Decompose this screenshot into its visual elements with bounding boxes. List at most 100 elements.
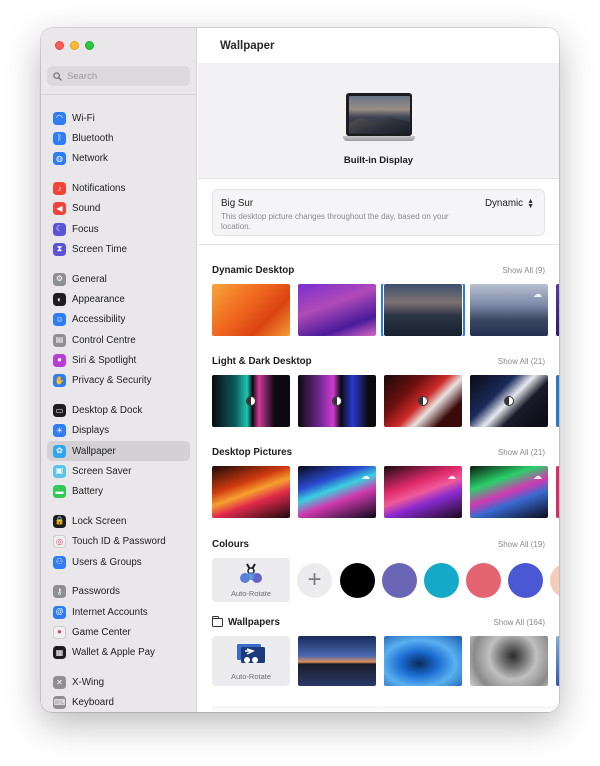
show-all-button[interactable]: Show All (21) — [498, 448, 545, 457]
section-desktop-pictures: Desktop Pictures Show All (21) ☁ ☁ ☁ — [212, 445, 559, 518]
wallpaper-thumb-mbp-magenta[interactable] — [298, 375, 376, 427]
sidebar-item-label: Displays — [72, 425, 110, 437]
sidebar-item-wallpaper[interactable]: ✿ Wallpaper — [47, 440, 190, 462]
show-all-button[interactable]: Show All (9) — [502, 266, 545, 275]
sidebar-item-general[interactable]: ⚙ General — [47, 269, 190, 289]
wallpaper-thumb-partial[interactable] — [556, 466, 559, 518]
sidebar-item-x-wing[interactable]: ✕ X-Wing — [47, 672, 190, 692]
minimize-button[interactable] — [70, 41, 79, 50]
download-icon: ☁ — [361, 471, 370, 481]
appearance-mode-select[interactable]: Dynamic ▲ ▼ — [485, 197, 534, 210]
sidebar-item-notifications[interactable]: ♪ Notifications — [47, 178, 190, 198]
wallpaper-thumb-water-drop[interactable] — [384, 636, 462, 686]
wallpaper-thumb-dark-curve[interactable] — [470, 375, 548, 427]
sidebar-item-battery[interactable]: ▬ Battery — [47, 482, 190, 502]
search-field[interactable] — [47, 66, 190, 86]
sidebar-item-accessibility[interactable]: ☺ Accessibility — [47, 310, 190, 330]
wallpaper-thumb-orange-swirl[interactable] — [212, 466, 290, 518]
sidebar-group: ✕ X-Wing ⌨ Keyboard — [47, 672, 190, 712]
add-colour-button[interactable]: + — [297, 563, 332, 598]
sidebar-item-label: Passwords — [72, 586, 120, 598]
search-input[interactable] — [67, 70, 177, 82]
sidebar-item-sound[interactable]: ◀ Sound — [47, 199, 190, 219]
sidebar-item-screen-saver[interactable]: ▣ Screen Saver — [47, 461, 190, 481]
wallpaper-thumb-catalina[interactable]: ☁ — [470, 284, 548, 336]
auto-rotate-wallpapers-tile[interactable]: Auto-Rotate — [212, 636, 290, 686]
colour-swatch[interactable] — [508, 563, 543, 598]
lock-icon: 🔒 — [53, 514, 66, 528]
wallpaper-thumb-monterey[interactable] — [212, 284, 290, 336]
show-all-button[interactable]: Show All (164) — [493, 618, 545, 627]
sidebar-item-touch-id-password[interactable]: ◎ Touch ID & Password — [47, 532, 190, 552]
show-all-button[interactable]: Show All (19) — [498, 540, 545, 549]
sidebar-item-privacy-security[interactable]: ✋ Privacy & Security — [47, 371, 190, 391]
bell-icon: ♪ — [53, 182, 66, 196]
section-title: Light & Dark Desktop — [212, 355, 312, 367]
dock-icon: ▭ — [53, 404, 66, 417]
wallpaper-thumb-big-sur[interactable] — [381, 284, 465, 336]
sidebar-item-label: Game Center — [72, 626, 131, 638]
sidebar-item-users-groups[interactable]: ⚇ Users & Groups — [47, 552, 190, 572]
wallpaper-thumb-grey-abstract[interactable] — [470, 636, 548, 686]
wallpaper-thumb-partial[interactable] — [556, 375, 559, 427]
close-button[interactable] — [55, 41, 64, 50]
sidebar-item-network[interactable]: ◍ Network — [47, 149, 190, 169]
light-dark-badge-icon — [504, 396, 514, 406]
colour-swatch[interactable] — [466, 563, 501, 598]
wallpaper-thumb-pink-swirl[interactable]: ☁ — [384, 466, 462, 518]
sidebar-item-internet-accounts[interactable]: @ Internet Accounts — [47, 602, 190, 622]
fingerprint-icon: ◎ — [53, 535, 66, 549]
sidebar-item-desktop-dock[interactable]: ▭ Desktop & Dock — [47, 400, 190, 420]
sidebar-item-keyboard[interactable]: ⌨ Keyboard — [47, 693, 190, 712]
sidebar-item-siri-spotlight[interactable]: ● Siri & Spotlight — [47, 350, 190, 370]
show-all-button[interactable]: Show All (21) — [498, 357, 545, 366]
sidebar-item-label: Wallpaper — [72, 445, 116, 457]
auto-rotate-label: Auto-Rotate — [230, 589, 272, 598]
laptop-preview-icon[interactable] — [343, 93, 415, 143]
chevron-updown-icon: ▲ ▼ — [527, 197, 534, 210]
sidebar-item-control-centre[interactable]: ▤ Control Centre — [47, 330, 190, 350]
auto-rotate-photos-icon — [237, 644, 265, 663]
hourglass-icon: ⧗ — [53, 242, 66, 256]
sidebar-group: 🔒 Lock Screen ◎ Touch ID & Password ⚇ Users &… — [47, 511, 190, 572]
wallpaper-thumb-partial[interactable] — [556, 636, 559, 686]
window-controls — [55, 41, 94, 50]
sidebar-item-lock-screen[interactable]: 🔒 Lock Screen — [47, 511, 190, 531]
section-title: Desktop Pictures — [212, 446, 293, 458]
xwing-icon: ✕ — [53, 676, 66, 690]
colour-swatch[interactable] — [382, 563, 417, 598]
light-dark-badge-icon — [332, 396, 342, 406]
auto-rotate-colours-tile[interactable]: Auto-Rotate — [212, 558, 290, 602]
sidebar-item-bluetooth[interactable]: ᛒ Bluetooth — [47, 128, 190, 148]
wallpaper-thumb-partial[interactable] — [556, 284, 559, 336]
sidebar-item-displays[interactable]: ☀ Displays — [47, 421, 190, 441]
wallpaper-thumb-sunset-lake[interactable] — [298, 636, 376, 686]
hand-icon: ✋ — [53, 374, 66, 388]
appearance-icon: ◐ — [53, 293, 66, 307]
section-title: Dynamic Desktop — [212, 264, 295, 276]
folder-icon — [211, 615, 223, 627]
zoom-button[interactable] — [85, 41, 94, 50]
wallpaper-thumb-red-curve[interactable] — [384, 375, 462, 427]
sidebar-item-label: Desktop & Dock — [72, 405, 143, 416]
sidebar-item-focus[interactable]: ☾ Focus — [47, 219, 190, 239]
wallpaper-thumb-mbp-green[interactable] — [212, 375, 290, 427]
wallpaper-thumb-ventura-purple[interactable] — [298, 284, 376, 336]
sidebar-item-passwords[interactable]: ⚷ Passwords — [47, 582, 190, 602]
sidebar-item-screen-time[interactable]: ⧗ Screen Time — [47, 239, 190, 259]
siri-icon: ● — [53, 353, 66, 367]
colour-swatch[interactable] — [550, 563, 559, 598]
sidebar-item-appearance[interactable]: ◐ Appearance — [47, 289, 190, 309]
sidebar-item-wallet-apple-pay[interactable]: ▦ Wallet & Apple Pay — [47, 643, 190, 663]
wallpaper-thumb-green-swirl[interactable]: ☁ — [470, 466, 548, 518]
colour-swatch[interactable] — [340, 563, 375, 598]
wallpaper-thumb-blue-swirl[interactable]: ☁ — [298, 466, 376, 518]
sidebar-item-label: Touch ID & Password — [72, 536, 166, 548]
at-icon: @ — [53, 605, 66, 619]
sidebar-item-game-center[interactable]: ● Game Center — [47, 622, 190, 642]
auto-rotate-label: Auto-Rotate — [230, 672, 272, 681]
colour-swatch[interactable] — [424, 563, 459, 598]
sidebar-group: ♪ Notifications ◀ Sound ☾ Focus ⧗ Screen Time — [47, 178, 190, 259]
sidebar-item-label: Control Centre — [72, 334, 136, 346]
sidebar-item-wi-fi[interactable]: ◠ Wi-Fi — [47, 108, 190, 128]
